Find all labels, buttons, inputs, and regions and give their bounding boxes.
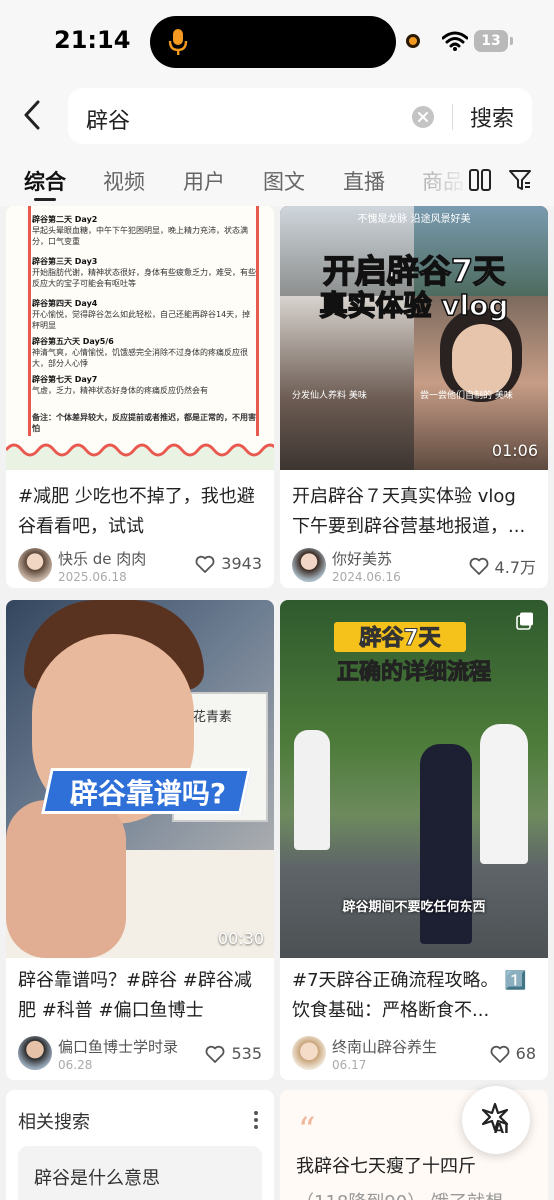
cover-figure — [480, 724, 528, 864]
author-name[interactable]: 终南山辟谷养生 — [332, 1036, 437, 1057]
doc-day7: 辟谷第七天 Day7 气虚，乏力，精神状态好身体的疼痛反应仍然会有 — [32, 375, 208, 395]
like-count: 535 — [231, 1044, 262, 1063]
layout-toggle-icon[interactable] — [468, 168, 492, 192]
filter-icon[interactable] — [508, 168, 532, 192]
post-date: 06.17 — [332, 1058, 367, 1072]
video-overlay-title: 辟谷靠谱吗? — [69, 777, 227, 810]
heart-icon[interactable] — [195, 555, 215, 573]
microphone-icon — [168, 29, 188, 55]
search-button[interactable]: 搜索 — [470, 101, 514, 133]
heart-icon[interactable] — [469, 557, 489, 575]
video-cover-image[interactable]: 不愧是龙脉 沿途风景好美 开启辟谷7天 真实体验 vlog 分发仙人养料 美味 … — [280, 206, 548, 470]
note-card[interactable]: 不愧是龙脉 沿途风景好美 开启辟谷7天 真实体验 vlog 分发仙人养料 美味 … — [280, 206, 548, 588]
tab-image-text[interactable]: 图文 — [263, 166, 305, 196]
like-button[interactable]: 3943 — [195, 554, 262, 573]
card-title[interactable]: 辟谷靠谱吗？#辟谷 #辟谷减肥 #科普 #偏口鱼博士 — [18, 966, 264, 1026]
status-bar: 21:14 13 — [0, 0, 554, 84]
video-caption: 不愧是龙脉 沿途风景好美 — [357, 214, 471, 225]
video-cover-image[interactable]: →花青素 辟谷靠谱吗? 00:30 — [6, 600, 274, 958]
like-button[interactable]: 535 — [205, 1044, 262, 1063]
post-date: 2024.06.16 — [332, 570, 401, 584]
divider — [452, 104, 453, 130]
video-cover-image[interactable]: 辟谷7天 正确的详细流程 辟谷期间不要吃任何东西 — [280, 600, 548, 958]
tab-live[interactable]: 直播 — [343, 166, 385, 196]
video-caption: 分发仙人养料 美味 — [292, 391, 367, 401]
note-card[interactable]: 辟谷第二天 Day2 早起头晕眼血糖，中午下午犯困明显，晚上精力充沛，状态满分，口… — [6, 206, 274, 588]
author-name[interactable]: 偏口鱼博士学时录 — [58, 1036, 178, 1057]
note-card[interactable]: 辟谷7天 正确的详细流程 辟谷期间不要吃任何东西 #7天辟谷正确流程攻略。 1️… — [280, 600, 548, 1080]
status-time: 21:14 — [54, 26, 131, 54]
battery-indicator: 13 — [474, 30, 513, 52]
tab-video[interactable]: 视频 — [103, 166, 145, 196]
recording-indicator-icon — [406, 34, 420, 48]
search-header: 辟谷 搜索 — [0, 84, 554, 152]
tab-users[interactable]: 用户 — [183, 166, 225, 196]
video-subtitle: 辟谷期间不要吃任何东西 — [342, 900, 486, 915]
doc-day2: 辟谷第二天 Day2 早起头晕眼血糖，中午下午犯困明显，晚上精力充沛，状态满分，口… — [32, 215, 248, 246]
more-options-icon[interactable] — [254, 1110, 258, 1130]
decorative-border — [28, 206, 31, 436]
post-date: 2025.06.18 — [58, 570, 127, 584]
decorative-border — [256, 206, 259, 436]
note-card[interactable]: →花青素 辟谷靠谱吗? 00:30 辟谷靠谱吗？#辟谷 #辟谷减肥 #科普 #偏… — [6, 600, 274, 1080]
avatar[interactable] — [18, 548, 52, 582]
like-button[interactable]: 4.7万 — [469, 554, 536, 578]
avatar[interactable] — [292, 548, 326, 582]
like-count: 3943 — [221, 554, 262, 573]
ai-assistant-button[interactable]: AI — [462, 1086, 530, 1154]
related-search-title: 相关搜索 — [18, 1112, 90, 1133]
post-date: 06.28 — [58, 1058, 93, 1072]
video-duration: 00:30 — [217, 929, 264, 948]
heart-icon[interactable] — [205, 1045, 225, 1063]
cover-figure — [294, 730, 330, 850]
cover-hand — [6, 800, 126, 958]
video-overlay-title: 辟谷7天 — [359, 626, 441, 652]
dynamic-island — [150, 16, 396, 68]
doc-day56: 辟谷第五六天 Day5/6 神清气爽，心情愉悦，饥饿感完全消除不过身体的疼痛反应很… — [32, 337, 248, 368]
clear-icon[interactable] — [412, 106, 434, 128]
video-overlay-subtitle: 正确的详细流程 — [336, 660, 491, 686]
heart-icon[interactable] — [490, 1045, 510, 1063]
avatar[interactable] — [18, 1036, 52, 1070]
note-cover-image[interactable]: 辟谷第二天 Day2 早起头晕眼血糖，中午下午犯困明显，晚上精力充沛，状态满分，口… — [6, 206, 274, 470]
like-count: 4.7万 — [494, 558, 536, 577]
card-title[interactable]: #减肥 少吃也不掉了，我也避谷看看吧，试试 — [18, 482, 264, 542]
back-arrow-icon[interactable] — [18, 98, 48, 132]
quote-icon: “ — [298, 1110, 316, 1150]
cover-figure — [452, 324, 512, 396]
decorative-wave — [6, 443, 274, 470]
active-tab-indicator — [34, 198, 56, 201]
doc-note: 备注：个体差异较大，反应提前或者推迟，都是正常的，不用害怕 — [32, 413, 256, 433]
related-search-card: 相关搜索 辟谷是什么意思 — [6, 1090, 274, 1200]
tab-general[interactable]: 综合 — [24, 166, 66, 196]
search-input[interactable]: 辟谷 搜索 — [68, 88, 532, 144]
multi-image-icon — [516, 612, 533, 630]
like-button[interactable]: 68 — [490, 1044, 536, 1063]
ai-label: AI — [494, 1122, 509, 1137]
like-count: 68 — [515, 1044, 536, 1063]
text-note-line: （118降到90） 饿了就想 — [296, 1188, 503, 1200]
video-caption: 尝一尝他们自制的 美味 — [420, 391, 513, 401]
related-search-item[interactable]: 辟谷是什么意思 — [18, 1146, 262, 1200]
card-title[interactable]: 开启辟谷７天真实体验 vlog 下午要到辟谷营基地报道，... — [292, 482, 538, 542]
video-duration: 01:06 — [491, 441, 538, 460]
wifi-icon — [442, 31, 468, 51]
author-name[interactable]: 快乐 de 肉肉 — [58, 548, 146, 569]
text-note-line: 我辟谷七天瘦了十四斤 — [296, 1156, 476, 1177]
video-overlay-subtitle: 真实体验 vlog — [319, 288, 509, 323]
search-query[interactable]: 辟谷 — [86, 103, 130, 135]
related-search-text[interactable]: 辟谷是什么意思 — [34, 1164, 160, 1190]
tab-fade — [430, 152, 470, 206]
doc-day4: 辟谷第四天 Day4 开心愉悦，觉得辟谷怎么如此轻松，自己还能再辟谷14天，掉秤明… — [32, 299, 251, 330]
author-name[interactable]: 你好美苏 — [332, 548, 392, 569]
avatar[interactable] — [292, 1036, 326, 1070]
doc-day3: 辟谷第三天 Day3 开始脂肪代谢，精神状态很好，身体有些疲惫乏力，难受，有些反应… — [32, 257, 256, 288]
card-title[interactable]: #7天辟谷正确流程攻略。 1️⃣饮食基础：严格断食不... — [292, 966, 538, 1026]
